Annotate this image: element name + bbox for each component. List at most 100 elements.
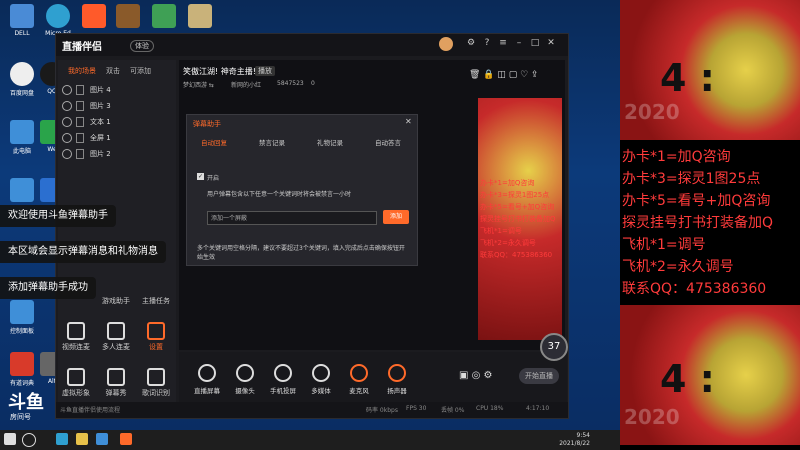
camera-icon <box>236 364 254 382</box>
tool-video-link[interactable]: 视频连麦 <box>58 322 94 352</box>
camera-button[interactable]: 摄像头 <box>227 364 263 395</box>
start-live-button[interactable]: 开始直播 <box>519 368 559 384</box>
lock-icon[interactable] <box>76 149 84 159</box>
clock[interactable]: 9:54 2021/8/22 <box>559 432 590 448</box>
control-panel-icon <box>10 300 34 324</box>
promo-line: 办卡*5=看号+加Q咨询 <box>622 193 771 209</box>
media-button[interactable]: 多媒体 <box>303 364 339 395</box>
status-bar: 斗鱼直播伴侣使用流程 码率 0kbps FPS 30 丢帧 0% CPU 18%… <box>56 402 568 418</box>
edge-taskbar-icon[interactable] <box>56 433 68 445</box>
tool-settings[interactable]: 设置 <box>138 322 174 352</box>
speaker-button[interactable]: 扬声器 <box>379 364 415 395</box>
tab-auto-reply[interactable]: 自动回复 <box>201 137 227 147</box>
source-item[interactable]: 全屏 1 <box>60 130 174 146</box>
desktop-icon-control[interactable]: 控制面板 <box>0 300 44 335</box>
tab-my-scenes[interactable]: 我的场景 <box>68 66 96 76</box>
stat-drop: 丢帧 0% <box>441 407 465 414</box>
tab-ban-record[interactable]: 禁言记录 <box>259 137 285 147</box>
online-count-bubble[interactable]: 37 <box>540 333 568 361</box>
danmu-icon <box>107 368 125 386</box>
phone-cast-button[interactable]: 手机投屏 <box>265 364 301 395</box>
promo-line: 联系QQ：475386360 <box>622 281 767 297</box>
face-icon <box>67 368 85 386</box>
keyword-input[interactable]: 添加一个屏蔽 <box>207 211 377 225</box>
store-icon[interactable] <box>96 433 108 445</box>
phone-icon <box>274 364 292 382</box>
lock-icon[interactable] <box>76 133 84 143</box>
stat-bitrate: 码率 0kbps <box>366 407 398 414</box>
tool-game-assistant[interactable]: 游戏助手 <box>98 296 134 306</box>
eye-icon[interactable] <box>62 133 72 143</box>
search-icon[interactable] <box>22 433 36 447</box>
promo-line: 飞机*1=调号 <box>622 237 706 253</box>
edge-icon <box>46 4 70 28</box>
status-text[interactable]: 斗鱼直播伴侣使用流程 <box>60 405 120 414</box>
lock-icon[interactable] <box>76 101 84 111</box>
enable-checkbox[interactable]: ✓ <box>197 173 204 180</box>
settings-icon <box>147 322 165 340</box>
file-icon <box>188 4 212 28</box>
tool-danmu-show[interactable]: 弹幕秀 <box>98 368 134 398</box>
start-icon[interactable] <box>4 433 16 445</box>
promo-line: 飞机*2=永久调号 <box>622 259 734 275</box>
enable-label: 开启 <box>207 175 220 182</box>
lock-icon[interactable] <box>76 85 84 95</box>
douyu-logo: 斗鱼 <box>8 392 44 413</box>
skin-icon[interactable]: ⚙ <box>466 38 476 50</box>
dialog-close-icon[interactable]: ✕ <box>405 117 412 126</box>
dell-icon <box>10 4 34 28</box>
source-item[interactable]: 图片 4 <box>60 82 174 98</box>
stat-cpu: CPU 18% <box>476 405 504 412</box>
promo-line: 探灵挂号打书打装备加Q <box>622 215 774 231</box>
version-tag[interactable]: 体验 <box>130 40 154 52</box>
eye-icon[interactable] <box>62 101 72 111</box>
minimize-icon[interactable]: – <box>514 38 524 50</box>
tool-multi-link[interactable]: 多人连麦 <box>98 322 134 352</box>
toast-area-info: 本区域会显示弹幕消息和礼物消息 <box>0 241 166 263</box>
toast-success: 添加弹幕助手成功 <box>0 277 96 299</box>
folder-icon[interactable] <box>76 433 88 445</box>
tab-addable[interactable]: 可添加 <box>130 66 151 76</box>
tool-lyrics[interactable]: 歌词识别 <box>138 368 174 398</box>
maximize-icon[interactable]: □ <box>530 38 540 50</box>
source-item[interactable]: 图片 2 <box>60 146 174 162</box>
play-badge[interactable]: 播放 <box>255 66 275 76</box>
menu-icon[interactable]: ≡ <box>498 38 508 50</box>
lock-icon[interactable] <box>76 117 84 127</box>
room-number-label: 房间号 <box>10 413 31 421</box>
taskbar: 9:54 2021/8/22 <box>0 430 620 450</box>
douyu-taskbar-icon[interactable] <box>120 433 132 445</box>
avatar[interactable] <box>439 37 453 51</box>
player-image-bottom: 4 : 2020 <box>620 305 800 445</box>
promo-line: 办卡*3=探灵1图25点 <box>622 171 761 187</box>
tool-avatar[interactable]: 虚拟形象 <box>58 368 94 398</box>
eye-icon[interactable] <box>62 117 72 127</box>
screen-capture: DELL Micro Ed 百度网盘 QQ 此电脑 We 控制面板 有道词典 A… <box>0 0 620 430</box>
video-icon <box>67 322 85 340</box>
tab-auto-answer[interactable]: 自动答言 <box>375 137 401 147</box>
tab-double-click[interactable]: 双击 <box>106 66 120 76</box>
monitor-icon <box>198 364 216 382</box>
record-icon[interactable]: ▣ ◎ ⚙ <box>459 370 493 381</box>
microphone-button[interactable]: 麦克风 <box>341 364 377 395</box>
dialog-footer-note: 多个关键词用空格分隔，建议不要超过3个关键词，填入完成后点击确保按钮开始生效 <box>197 245 405 261</box>
tab-gift-record[interactable]: 礼物记录 <box>317 137 343 147</box>
tool-host-task[interactable]: 主播任务 <box>138 296 174 306</box>
room-name: 新网的小红 <box>231 82 262 89</box>
source-item[interactable]: 图片 3 <box>60 98 174 114</box>
eye-icon[interactable] <box>62 85 72 95</box>
toolbar-icons[interactable]: 🗑 🔒 ◫ ▢ ♡ ⇪ <box>469 70 539 80</box>
add-keyword-button[interactable]: 添加 <box>383 210 409 224</box>
stat-time: 4:17:10 <box>526 405 550 412</box>
screen-capture-button[interactable]: 直播屏幕 <box>189 364 225 395</box>
viewer-count: 0 <box>311 80 315 87</box>
lyrics-icon <box>147 368 165 386</box>
dialog-description: 用户弹幕包含以下任意一个关键词时将会被禁言一小时 <box>207 191 352 198</box>
source-item[interactable]: 文本 1 <box>60 114 174 130</box>
stat-fps: FPS 30 <box>406 405 427 412</box>
category-label[interactable]: 梦幻西游 ⇆ <box>183 80 214 89</box>
eye-icon[interactable] <box>62 149 72 159</box>
close-icon[interactable]: ✕ <box>546 38 556 50</box>
help-icon[interactable]: ? <box>482 38 492 50</box>
desktop-icon-file[interactable] <box>178 4 222 30</box>
